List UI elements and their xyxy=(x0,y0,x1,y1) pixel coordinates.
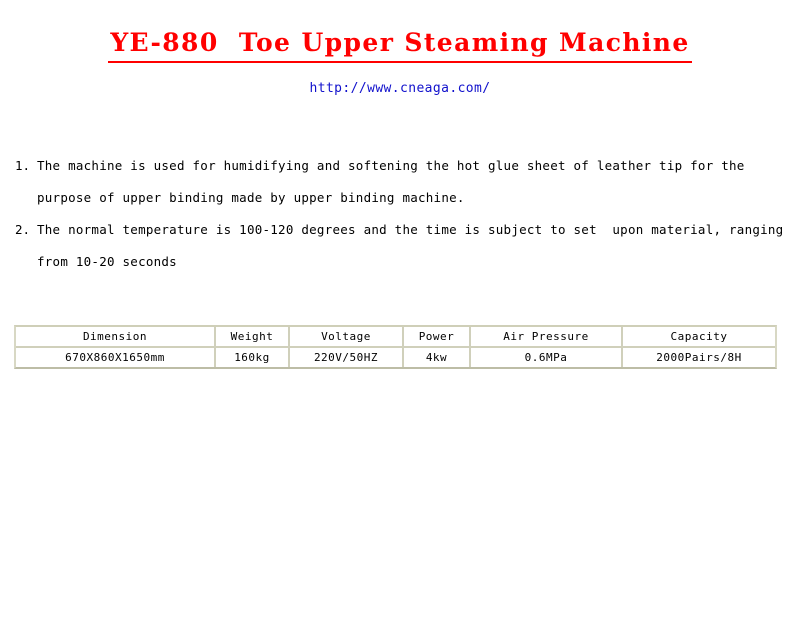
website-url[interactable]: http://www.cneaga.com/ xyxy=(310,81,491,96)
specification-table: Dimension Weight Voltage Power Air Press… xyxy=(14,325,777,369)
table-header-cell: Voltage xyxy=(290,327,404,348)
table-cell: 2000Pairs/8H xyxy=(656,351,742,364)
table-header-cell: Dimension xyxy=(16,327,216,348)
table-header-cell: Weight xyxy=(216,327,290,348)
table-row: 670X860X1650mm 160kg 220V/50HZ 4kw 0.6MP… xyxy=(16,348,775,367)
table-cell: 4kw xyxy=(404,348,471,367)
table-header-cell: Power xyxy=(404,327,471,348)
list-item-text: The normal temperature is 100-120 degree… xyxy=(37,222,792,269)
list-item-marker: 2. xyxy=(15,222,31,237)
url-container: http://www.cneaga.com/ xyxy=(0,77,800,96)
list-item-text: The machine is used for humidifying and … xyxy=(37,158,753,205)
table-header-cell: Air Pressure xyxy=(471,327,623,348)
specification-table-container: Dimension Weight Voltage Power Air Press… xyxy=(14,325,777,369)
page-title: YE-880 Toe Upper Steaming Machine xyxy=(108,28,692,63)
table-cell: 160kg xyxy=(216,348,290,367)
table-cell: 670X860X1650mm xyxy=(16,348,216,367)
list-item-marker: 1. xyxy=(15,158,31,173)
list-item: 1. The machine is used for humidifying a… xyxy=(15,150,795,214)
table-cell: 220V/50HZ xyxy=(290,348,404,367)
title-container: YE-880 Toe Upper Steaming Machine xyxy=(0,28,800,63)
table-cell: 0.6MPa xyxy=(471,348,623,367)
list-item: 2. The normal temperature is 100-120 deg… xyxy=(15,214,795,278)
table-header-row: Dimension Weight Voltage Power Air Press… xyxy=(16,327,775,348)
table-header-cell: Capacity xyxy=(623,327,775,348)
description-list: 1. The machine is used for humidifying a… xyxy=(15,150,795,278)
